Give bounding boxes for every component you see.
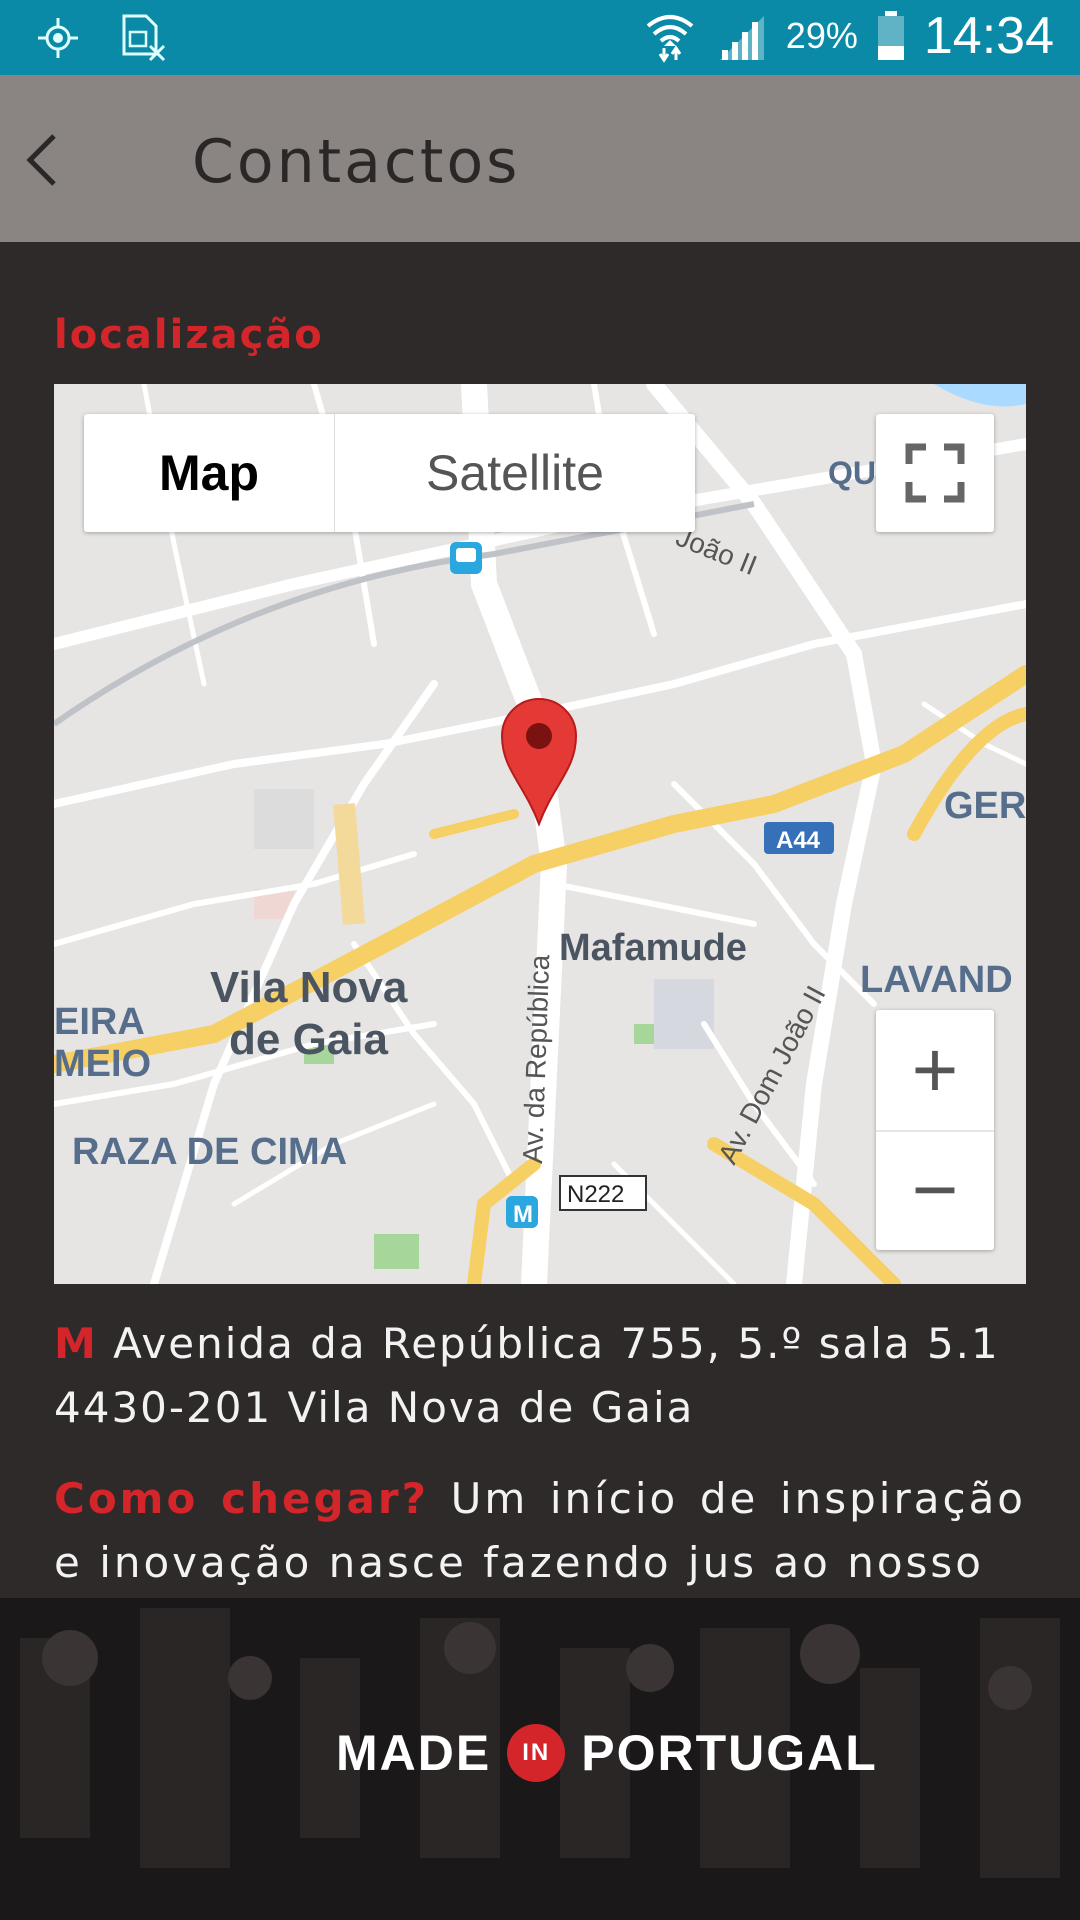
battery-percent: 29% [785,15,858,56]
map-type-control: Map Satellite [84,414,695,532]
page-title: Contactos [192,127,521,197]
address-line1: Avenida da República 755, 5.º sala 5.1 [113,1319,1000,1368]
footer-banner: MADE IN PORTUGAL [0,1598,1080,1920]
map-label-city2: de Gaia [229,1015,388,1064]
map-label-qu: QU [828,455,876,491]
status-bar: 29% 14:34 [0,0,1080,75]
map-type-satellite-button[interactable]: Satellite [335,414,695,532]
road-label-a44: A44 [776,827,821,854]
brand-portugal: PORTUGAL [581,1725,878,1781]
app-bar: Contactos [0,75,1080,242]
map-label-lavand: LAVAND [860,959,1013,1001]
map-view[interactable]: Vila Nova de Gaia Mafamude RAZA DE CIMA … [54,384,1026,1284]
how-to-get-block: Como chegar? Um início de inspiração e i… [54,1467,1026,1595]
zoom-in-button[interactable]: + [876,1010,994,1132]
signal-icon [719,16,764,60]
main-content: localização Vila Nova de Gaia Mafamude R… [0,242,1080,1598]
sim-off-icon [122,14,166,62]
map-label-district: Mafamude [559,927,747,969]
map-label-meio: MEIO [54,1043,151,1085]
zoom-out-button[interactable]: − [876,1130,994,1250]
map-type-map-button[interactable]: Map [84,414,335,532]
chevron-left-icon[interactable] [18,130,78,190]
clock: 14:34 [923,7,1054,65]
map-label-eira: EIRA [54,1001,145,1043]
address-block: M Avenida da República 755, 5.º sala 5.1… [54,1312,1026,1440]
fullscreen-icon [905,443,965,503]
address-line2: 4430-201 Vila Nova de Gaia [54,1383,695,1432]
map-label-city1: Vila Nova [210,963,408,1012]
location-icon [38,18,78,58]
map-label-raza: RAZA DE CIMA [72,1131,347,1173]
metro-label: M [513,1201,533,1228]
address-marker: M [54,1319,98,1368]
road-label-n222: N222 [567,1181,624,1208]
section-label-location: localização [54,312,324,358]
map-label-ger: GER [944,785,1026,827]
brand-in-badge: IN [507,1724,566,1782]
battery-icon [877,11,904,60]
made-in-portugal-logo: MADE IN PORTUGAL [336,1724,878,1782]
fullscreen-button[interactable] [876,414,994,532]
how-to-get-label: Como chegar? [54,1474,429,1523]
wifi-icon [646,15,694,63]
brand-made: MADE [336,1725,492,1781]
zoom-control: + − [876,1010,994,1250]
